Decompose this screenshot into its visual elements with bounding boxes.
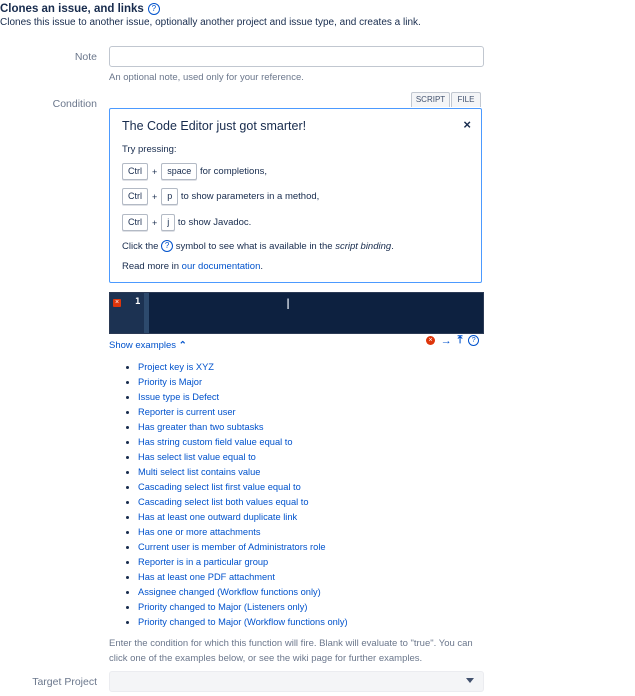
key-ctrl: Ctrl <box>122 163 148 180</box>
example-link[interactable]: Project key is XYZ <box>125 361 348 376</box>
example-link[interactable]: Has at least one outward duplicate link <box>125 511 348 526</box>
chevron-up-icon: ⌃ <box>178 340 187 351</box>
example-link[interactable]: Reporter is current user <box>125 406 348 421</box>
example-link[interactable]: Has string custom field value equal to <box>125 436 348 451</box>
page-title-text: Clones an issue, and links <box>0 3 144 15</box>
key-ctrl: Ctrl <box>122 214 148 231</box>
show-examples-toggle[interactable]: Show examples ⌃ <box>109 340 187 351</box>
key-ctrl: Ctrl <box>122 188 148 205</box>
example-link[interactable]: Has greater than two subtasks <box>125 421 348 436</box>
example-link[interactable]: Cascading select list first value equal … <box>125 481 348 496</box>
examples-list: Project key is XYZ Priority is Major Iss… <box>125 361 348 631</box>
example-link[interactable]: Has select list value equal to <box>125 451 348 466</box>
docs-pre: Read more in <box>122 261 180 272</box>
documentation-link[interactable]: our documentation <box>182 261 261 272</box>
error-icon[interactable]: × <box>113 299 121 307</box>
example-link[interactable]: Current user is member of Administrators… <box>125 541 348 556</box>
example-link[interactable]: Priority changed to Major (Workflow func… <box>125 616 348 631</box>
popup-try-text: Try pressing: <box>122 144 177 155</box>
binding-mid: symbol to see what is available in the <box>175 241 333 252</box>
arrow-right-icon[interactable]: → <box>441 335 452 347</box>
page-subtitle: Clones this issue to another issue, opti… <box>0 17 421 28</box>
shortcut-row: Ctrl + p to show parameters in a method, <box>122 188 319 205</box>
chevron-down-icon <box>466 678 474 683</box>
line-number: 1 <box>135 297 141 307</box>
key-p: p <box>161 188 179 205</box>
editor-toolbar: × → ⤒ ? <box>426 334 482 347</box>
example-link[interactable]: Has one or more attachments <box>125 526 348 541</box>
example-link[interactable]: Reporter is in a particular group <box>125 556 348 571</box>
help-icon: ? <box>161 240 174 252</box>
condition-description: Enter the condition for which this funct… <box>109 638 473 664</box>
target-project-select[interactable] <box>109 671 484 692</box>
binding-post: . <box>391 241 394 252</box>
example-link[interactable]: Multi select list contains value <box>125 466 348 481</box>
tab-file[interactable]: FILE <box>451 92 481 107</box>
shortcut-desc: to show parameters in a method, <box>180 191 320 203</box>
popup-title: The Code Editor just got smarter! <box>122 119 307 133</box>
key-j: j <box>161 214 176 231</box>
close-icon[interactable]: × <box>463 117 471 132</box>
example-link[interactable]: Has at least one PDF attachment <box>125 571 348 586</box>
note-label: Note <box>74 51 97 63</box>
note-input[interactable] <box>109 46 484 67</box>
help-icon[interactable]: ? <box>468 335 480 346</box>
condition-label: Condition <box>52 98 97 110</box>
error-icon[interactable]: × <box>426 336 435 345</box>
text-cursor-icon: I <box>286 297 291 313</box>
shortcut-row: Ctrl + j to show Javadoc. <box>122 214 251 231</box>
help-icon[interactable]: ? <box>147 3 160 15</box>
code-editor[interactable]: × 1 I <box>109 292 484 334</box>
docs-post: . <box>260 261 264 272</box>
code-editor-tip-popup: The Code Editor just got smarter! × Try … <box>109 108 482 283</box>
example-link[interactable]: Issue type is Defect <box>125 391 348 406</box>
plus-sign: + <box>152 166 158 177</box>
popup-docs-text: Read more in our documentation. <box>122 261 263 272</box>
popup-binding-text: Click the ? symbol to see what is availa… <box>122 240 394 252</box>
example-link[interactable]: Priority is Major <box>125 376 348 391</box>
shortcut-desc: for completions, <box>199 166 267 178</box>
tab-script[interactable]: SCRIPT <box>411 92 450 107</box>
page-title: Clones an issue, and links? <box>0 3 160 15</box>
arrow-up-icon[interactable]: ⤒ <box>458 334 463 347</box>
example-link[interactable]: Priority changed to Major (Listeners onl… <box>125 601 348 616</box>
binding-pre: Click the <box>122 241 159 252</box>
key-space: space <box>161 163 198 180</box>
binding-em: script binding <box>335 241 392 252</box>
shortcut-row: Ctrl + space for completions, <box>122 163 267 180</box>
target-project-label: Target Project <box>32 676 97 688</box>
note-hint: An optional note, used only for your ref… <box>109 72 304 83</box>
plus-sign: + <box>152 191 158 202</box>
editor-gutter: × 1 <box>110 293 144 333</box>
gutter-divider <box>144 293 149 333</box>
example-link[interactable]: Assignee changed (Workflow functions onl… <box>125 586 348 601</box>
show-examples-label: Show examples <box>109 340 177 351</box>
shortcut-desc: to show Javadoc. <box>177 217 252 229</box>
example-link[interactable]: Cascading select list both values equal … <box>125 496 348 511</box>
plus-sign: + <box>152 217 158 228</box>
